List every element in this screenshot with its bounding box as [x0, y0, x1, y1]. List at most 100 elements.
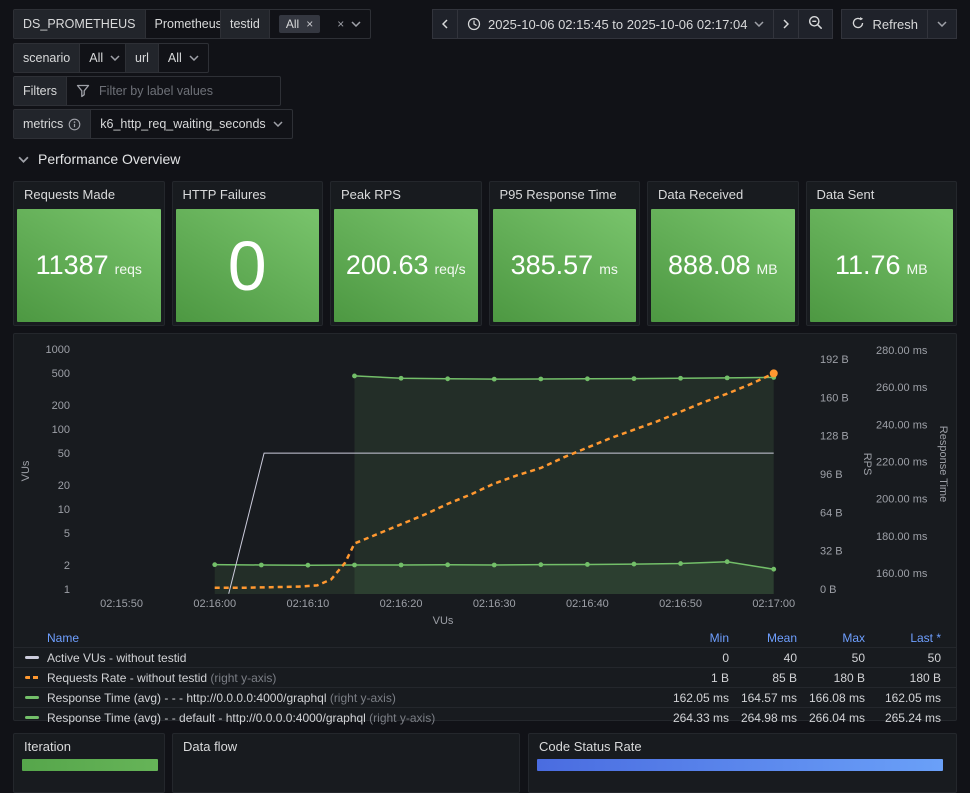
testid-value[interactable]: All × × [270, 10, 370, 38]
legend-column-header[interactable]: Max [797, 631, 865, 645]
axis-tick-label: 1000 [46, 344, 70, 356]
clock-icon [467, 17, 481, 31]
chevron-down-icon[interactable] [351, 21, 361, 27]
legend-axis-suffix: (right y-axis) [207, 670, 277, 685]
metrics-picker[interactable]: metrics k6_http_req_waiting_seconds [13, 109, 293, 139]
filters-label: Filters [14, 77, 68, 105]
axis-tick-label: 180.00 ms [876, 531, 928, 543]
legend-column-header[interactable]: Min [661, 631, 729, 645]
series-point [212, 562, 218, 568]
bottom-panel: Code Status Rate [528, 733, 957, 793]
series-point [352, 373, 357, 379]
stat-panel-title[interactable]: Data Sent [807, 182, 957, 207]
scenario-value-text: All [89, 51, 104, 65]
series-point [538, 562, 544, 568]
legend-row: Requests Rate - without testid (right y-… [14, 667, 956, 687]
legend-series-name[interactable]: Response Time (avg) - - default - http:/… [47, 711, 661, 725]
stat-panel-title[interactable]: Peak RPS [331, 182, 481, 207]
axis-tick-label: 200.00 ms [876, 494, 928, 506]
legend-row: Response Time (avg) - - default - http:/… [14, 707, 956, 727]
stat-panel-title[interactable]: HTTP Failures [173, 182, 323, 207]
legend-series-name[interactable]: Response Time (avg) - - - http://0.0.0.0… [47, 691, 661, 705]
series-point [631, 561, 637, 567]
series-point [724, 559, 730, 565]
datasource-picker[interactable]: DS_PROMETHEUS Prometheus [13, 9, 249, 39]
axis-tick-label: 02:16:10 [286, 598, 329, 610]
timeseries-panel: 1000 500 200 100 50 20 10 5 2 1 VUs 192 B 160 B 128 B… [13, 333, 958, 725]
axis-tick-label: 02:16:20 [380, 598, 423, 610]
bottom-panel-title[interactable]: Code Status Rate [529, 734, 956, 759]
filters-input-wrap[interactable] [67, 77, 280, 105]
axis-tick-label: 192 B [820, 354, 849, 366]
scenario-filter[interactable]: scenario All [13, 43, 131, 73]
chevron-down-icon [273, 121, 283, 127]
legend-value: 164.57 ms [740, 690, 797, 705]
clear-icon[interactable]: × [337, 18, 344, 30]
url-value-text: All [167, 51, 182, 65]
legend-value: 162.05 ms [672, 690, 729, 705]
bottom-panel-title[interactable]: Iteration [14, 734, 164, 759]
legend-value: 265.24 ms [884, 710, 941, 725]
stat-value: 200.63 [345, 250, 429, 280]
legend-series-name[interactable]: Active VUs - without testid [47, 651, 661, 665]
chevron-down-icon [937, 21, 947, 27]
zoom-out-button[interactable] [798, 9, 834, 39]
legend-value: 264.33 ms [672, 710, 729, 725]
series-point [585, 562, 590, 567]
time-range-text: 2025-10-06 02:15:45 to 2025-10-06 02:17:… [487, 16, 748, 32]
stat-panel-title[interactable]: Data Received [648, 182, 798, 207]
series-point [491, 562, 497, 568]
series-point [258, 562, 264, 568]
series-color-swatch-icon [25, 696, 39, 699]
series-point [724, 375, 730, 381]
metrics-label: metrics [14, 110, 92, 138]
scenario-label: scenario [14, 44, 81, 72]
axis-tick-label: 02:16:00 [193, 598, 236, 610]
section-performance-overview[interactable]: Performance Overview [18, 151, 180, 167]
axis-tick-label: 50 [58, 448, 70, 460]
axis-tick-label: 160.00 ms [876, 568, 928, 580]
time-range-button[interactable]: 2025-10-06 02:15:45 to 2025-10-06 02:17:… [456, 9, 775, 39]
testid-chip[interactable]: All × [278, 15, 321, 33]
stat-value: 11.76 [834, 250, 901, 280]
series-point [398, 562, 404, 568]
url-filter[interactable]: url All [125, 43, 209, 73]
chip-close-icon[interactable]: × [306, 18, 313, 30]
timeseries-plot[interactable]: 1000 500 200 100 50 20 10 5 2 1 VUs 192 B 160 B 128 B… [14, 336, 958, 628]
legend-column-header[interactable]: Last * [865, 631, 941, 645]
stats-row: Requests Made 11387 reqs HTTP Failures 0 Peak… [13, 181, 957, 326]
labels-filter[interactable]: Filters [13, 76, 282, 106]
stat-panel: Requests Made 11387 reqs [13, 181, 165, 326]
legend-value: 162.05 ms [884, 690, 941, 705]
url-value[interactable]: All [159, 44, 208, 72]
refresh-interval-button[interactable] [927, 9, 957, 39]
series-line-rt-default [354, 375, 774, 380]
metrics-value-text: k6_http_req_waiting_seconds [100, 117, 266, 131]
bottom-panel-title[interactable]: Data flow [173, 734, 519, 759]
stat-panel-title[interactable]: P95 Response Time [490, 182, 640, 207]
info-icon[interactable] [68, 118, 81, 131]
stat-panel-title[interactable]: Requests Made [14, 182, 164, 207]
legend-column-header[interactable]: Mean [729, 631, 797, 645]
stat-value: 11387 [35, 250, 109, 280]
series-color-swatch-icon [25, 656, 39, 659]
stat-value-area: 11.76 MB [809, 209, 953, 322]
legend-column-name[interactable]: Name [25, 631, 661, 645]
bottom-panel: Iteration [13, 733, 165, 793]
time-shift-back-button[interactable] [431, 9, 458, 39]
stat-unit: reqs [114, 261, 142, 277]
refresh-button[interactable]: Refresh [841, 9, 928, 39]
series-point [305, 562, 311, 568]
testid-filter[interactable]: testid All × × [220, 9, 372, 39]
metrics-value[interactable]: k6_http_req_waiting_seconds [91, 110, 291, 138]
scenario-value[interactable]: All [80, 44, 129, 72]
time-shift-forward-button[interactable] [773, 9, 800, 39]
legend-series-name[interactable]: Requests Rate - without testid (right y-… [47, 671, 661, 685]
axis-tick-label: 64 B [820, 507, 843, 519]
time-toolbar: 2025-10-06 02:15:45 to 2025-10-06 02:17:… [431, 9, 957, 39]
filters-input[interactable] [97, 83, 272, 99]
stat-value: 385.57 [510, 250, 594, 280]
axis-tick-label: 02:16:40 [566, 598, 609, 610]
metrics-label-text: metrics [23, 117, 64, 131]
axis-tick-label: 1 [64, 584, 70, 596]
